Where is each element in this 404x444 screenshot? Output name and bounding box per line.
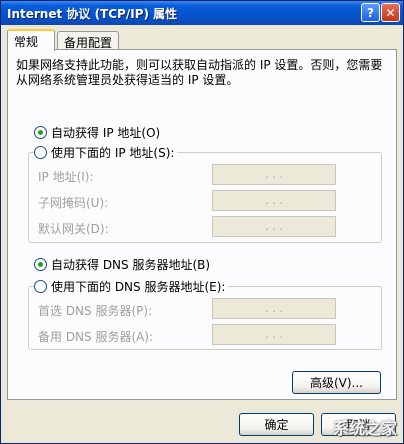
title-bar[interactable]: Internet 协议 (TCP/IP) 属性 ? ✕ <box>1 1 403 25</box>
default-gateway-field[interactable]: . . . <box>212 216 336 237</box>
alternate-dns-label: 备用 DNS 服务器(A): <box>38 330 154 344</box>
ip-address-field[interactable]: . . . <box>212 164 336 185</box>
tab-general[interactable]: 常规 <box>7 29 55 51</box>
general-tab-panel: 如果网络支持此功能，则可以获取自动指派的 IP 设置。否则，您需要从网络系统管理… <box>7 49 397 400</box>
radio-unchecked-icon <box>34 280 47 293</box>
alternate-dns-field[interactable]: . . . <box>212 324 336 345</box>
watermark-logo: 系统之家 <box>332 419 397 438</box>
subnet-mask-label: 子网掩码(U): <box>38 196 109 210</box>
close-icon: ✕ <box>385 5 396 20</box>
radio-checked-icon <box>34 258 47 271</box>
manual-dns-radio[interactable]: 使用下面的 DNS 服务器地址(E): <box>34 278 229 295</box>
ip-address-label: IP 地址(I): <box>38 170 94 184</box>
auto-dns-radio[interactable]: 自动获得 DNS 服务器地址(B) <box>34 256 214 273</box>
manual-ip-label: 使用下面的 IP 地址(S): <box>51 146 175 160</box>
subnet-mask-field[interactable]: . . . <box>212 190 336 211</box>
ok-button[interactable]: 确定 <box>239 413 314 436</box>
preferred-dns-field[interactable]: . . . <box>212 298 336 319</box>
radio-unchecked-icon <box>34 146 47 159</box>
radio-checked-icon <box>34 126 47 139</box>
help-button[interactable]: ? <box>361 3 380 22</box>
close-button[interactable]: ✕ <box>381 3 400 22</box>
manual-dns-label: 使用下面的 DNS 服务器地址(E): <box>51 280 226 294</box>
window-title: Internet 协议 (TCP/IP) 属性 <box>7 6 178 21</box>
manual-ip-radio[interactable]: 使用下面的 IP 地址(S): <box>34 144 178 161</box>
auto-ip-label: 自动获得 IP 地址(O) <box>51 126 161 140</box>
default-gateway-label: 默认网关(D): <box>38 222 109 236</box>
help-icon: ? <box>367 5 374 20</box>
description-text: 如果网络支持此功能，则可以获取自动指派的 IP 设置。否则，您需要从网络系统管理… <box>16 58 383 87</box>
advanced-button[interactable]: 高级(V)... <box>292 371 381 394</box>
preferred-dns-label: 首选 DNS 服务器(P): <box>38 304 153 318</box>
auto-dns-label: 自动获得 DNS 服务器地址(B) <box>51 258 211 272</box>
tcpip-properties-dialog: Internet 协议 (TCP/IP) 属性 ? ✕ 常规 备用配置 如果网络… <box>0 0 404 444</box>
tab-alternate-configuration[interactable]: 备用配置 <box>57 31 119 50</box>
auto-ip-radio[interactable]: 自动获得 IP 地址(O) <box>34 124 164 141</box>
